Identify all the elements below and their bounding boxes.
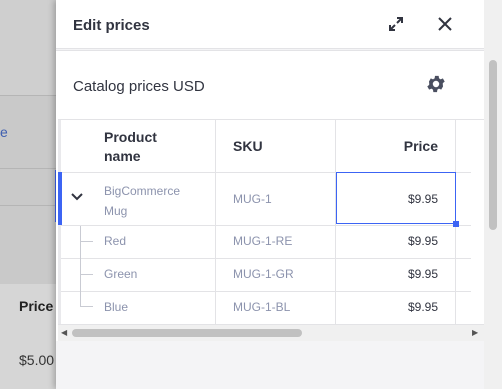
background-link: e bbox=[0, 124, 8, 140]
close-icon bbox=[438, 17, 452, 31]
expand-button[interactable] bbox=[384, 12, 408, 36]
sku-cell[interactable]: MUG-1 bbox=[233, 192, 272, 206]
price-cell[interactable]: $9.95 bbox=[328, 300, 438, 314]
background-price-value: $5.00 bbox=[19, 352, 55, 368]
modal-title: Edit prices bbox=[73, 17, 150, 34]
variant-name-cell[interactable]: Red bbox=[104, 234, 126, 248]
price-cell[interactable]: $9.95 bbox=[328, 267, 438, 281]
row-separator bbox=[61, 225, 471, 226]
variant-name-cell[interactable]: Blue bbox=[104, 300, 128, 314]
gear-icon bbox=[427, 75, 445, 93]
expand-row-toggle[interactable] bbox=[70, 190, 86, 206]
scroll-left-arrow-icon[interactable]: ◀ bbox=[61, 328, 67, 337]
tree-connector bbox=[80, 226, 81, 306]
divider bbox=[0, 205, 60, 206]
divider bbox=[0, 168, 60, 169]
product-name-cell[interactable]: BigCommerce Mug bbox=[104, 181, 204, 221]
fill-handle[interactable] bbox=[453, 221, 459, 227]
settings-button[interactable] bbox=[423, 71, 449, 97]
tree-connector bbox=[80, 306, 93, 307]
prices-grid: Product name SKU Price BigCommerce Mug M… bbox=[58, 119, 484, 325]
sku-cell[interactable]: MUG-1-BL bbox=[233, 300, 290, 314]
column-separator bbox=[215, 120, 216, 325]
card-title: Catalog prices USD bbox=[73, 78, 205, 95]
divider bbox=[0, 95, 60, 96]
row-separator bbox=[61, 291, 471, 292]
tree-connector bbox=[80, 241, 93, 242]
column-header-price[interactable]: Price bbox=[328, 137, 438, 156]
edit-prices-modal: Edit prices Catalog prices USD Product n… bbox=[56, 0, 502, 389]
active-cell-highlight bbox=[336, 172, 456, 224]
horizontal-scrollbar[interactable]: ◀ ▶ bbox=[58, 324, 484, 341]
vertical-scroll-thumb[interactable] bbox=[489, 60, 497, 230]
sku-cell[interactable]: MUG-1-RE bbox=[233, 234, 292, 248]
column-header-sku[interactable]: SKU bbox=[233, 137, 263, 156]
scroll-right-arrow-icon[interactable]: ▶ bbox=[472, 328, 478, 337]
selected-row-indicator bbox=[58, 172, 62, 225]
close-button[interactable] bbox=[433, 12, 457, 36]
horizontal-scroll-thumb[interactable] bbox=[72, 329, 302, 337]
vertical-scrollbar[interactable] bbox=[484, 0, 502, 389]
price-cell[interactable]: $9.95 bbox=[328, 234, 438, 248]
chevron-down-icon bbox=[71, 193, 83, 201]
tree-connector bbox=[80, 274, 93, 275]
background-price-header: Price bbox=[19, 298, 54, 314]
column-header-product-name[interactable]: Product name bbox=[104, 128, 194, 166]
expand-icon bbox=[389, 17, 403, 31]
catalog-prices-card: Catalog prices USD Product name SKU Pric… bbox=[56, 50, 484, 341]
sku-cell[interactable]: MUG-1-GR bbox=[233, 267, 294, 281]
modal-header: Edit prices bbox=[56, 0, 484, 49]
variant-name-cell[interactable]: Green bbox=[104, 267, 137, 281]
row-separator bbox=[61, 258, 471, 259]
